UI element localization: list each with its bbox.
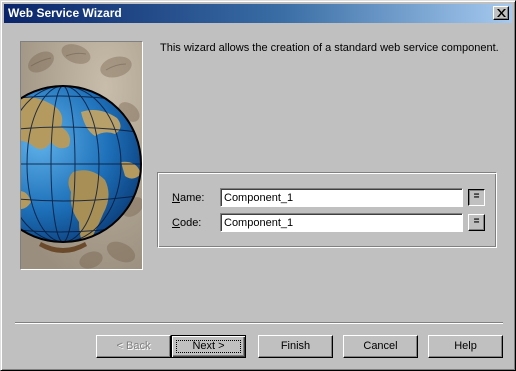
next-button[interactable]: Next > bbox=[171, 335, 246, 358]
close-button[interactable] bbox=[493, 6, 509, 20]
close-icon bbox=[497, 9, 506, 17]
name-label: Name: bbox=[172, 192, 205, 204]
window-title: Web Service Wizard bbox=[8, 6, 122, 20]
wizard-description: This wizard allows the creation of a sta… bbox=[160, 42, 499, 54]
name-input[interactable] bbox=[220, 188, 463, 207]
cancel-button[interactable]: Cancel bbox=[343, 335, 418, 358]
name-sync-button[interactable]: = bbox=[468, 189, 485, 206]
code-label: Code: bbox=[172, 217, 202, 229]
code-input[interactable] bbox=[220, 213, 463, 232]
back-button[interactable]: < Back bbox=[96, 335, 171, 358]
help-button[interactable]: Help bbox=[428, 335, 503, 358]
wizard-globe-image bbox=[20, 41, 143, 270]
title-bar[interactable]: Web Service Wizard bbox=[4, 4, 512, 23]
properties-group: Name: = Code: = bbox=[157, 172, 497, 248]
wizard-dialog: Web Service Wizard This wizard allows th… bbox=[0, 0, 516, 371]
code-sync-button[interactable]: = bbox=[468, 214, 485, 231]
focus-rect bbox=[176, 340, 241, 353]
finish-button[interactable]: Finish bbox=[258, 335, 333, 358]
button-separator bbox=[15, 322, 503, 324]
globe-illustration bbox=[21, 42, 142, 269]
